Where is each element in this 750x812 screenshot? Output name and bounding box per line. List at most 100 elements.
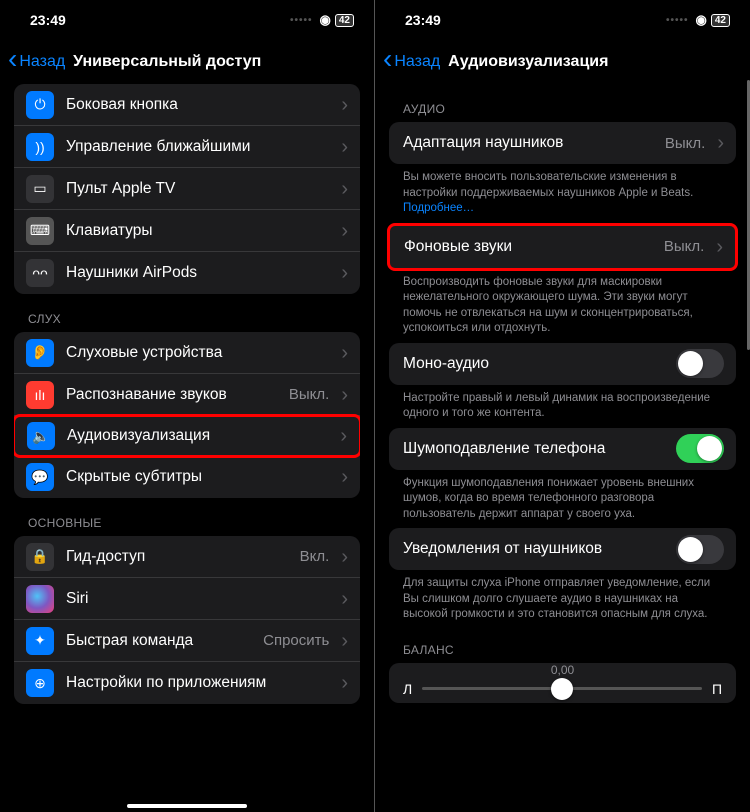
- noise-toggle[interactable]: [676, 434, 724, 463]
- group-noise: Шумоподавление телефона: [389, 428, 736, 470]
- row-label: Гид-доступ: [66, 548, 288, 566]
- back-label: Назад: [394, 53, 440, 71]
- row-label: Клавиатуры: [66, 222, 329, 240]
- section-balance-header: БАЛАНС: [389, 625, 736, 663]
- chevron-left-icon: [383, 52, 392, 73]
- status-time: 23:49: [405, 12, 441, 28]
- row-mono-audio[interactable]: Моно-аудио: [389, 343, 736, 385]
- row-label: Распознавание звуков: [66, 386, 277, 404]
- chevron-right-icon: [341, 467, 348, 487]
- back-button[interactable]: Назад: [383, 52, 440, 73]
- row-label: Настройки по приложениям: [66, 674, 329, 692]
- label: Уведомления от наушников: [403, 540, 664, 558]
- group-mono: Моно-аудио: [389, 343, 736, 385]
- row-headphone-notif[interactable]: Уведомления от наушников: [389, 528, 736, 570]
- page-title: Аудиовизуализация: [448, 53, 608, 71]
- status-time: 23:49: [30, 12, 66, 28]
- balance-left-label: Л: [403, 681, 412, 697]
- balance-slider[interactable]: [422, 687, 702, 690]
- row-item[interactable]: 🔈 Аудиовизуализация: [14, 414, 360, 458]
- siri-icon: [26, 585, 54, 613]
- balance-right-label: П: [712, 681, 722, 697]
- group-hearing: 👂 Слуховые устройства ılı Распознавание зву…: [14, 332, 360, 498]
- nearby-control-icon: )): [26, 133, 54, 161]
- subtitles-icon: 💬: [26, 463, 54, 491]
- chevron-right-icon: [716, 237, 723, 257]
- group-background-sounds: Фоновые звуки Выкл.: [387, 223, 738, 271]
- notif-toggle[interactable]: [676, 535, 724, 564]
- label: Фоновые звуки: [404, 238, 652, 256]
- mono-footer: Настройте правый и левый динамик на восп…: [389, 385, 736, 424]
- chevron-right-icon: [340, 426, 347, 446]
- row-item[interactable]: 💬Скрытые субтитры: [14, 456, 360, 498]
- row-label: Аудиовизуализация: [67, 427, 328, 445]
- row-item[interactable]: ⌨ Клавиатуры: [14, 210, 360, 252]
- chevron-left-icon: [8, 52, 17, 73]
- section-general-header: ОСНОВНЫЕ: [14, 498, 360, 536]
- chevron-right-icon: [341, 385, 348, 405]
- label: Адаптация наушников: [403, 134, 653, 152]
- row-label: Управление ближайшими: [66, 138, 329, 156]
- wifi-icon: ◉: [320, 12, 331, 28]
- row-item[interactable]: ▭Пульт Apple TV: [14, 168, 360, 210]
- screen-accessibility: 23:49 ••••• ◉ 42 Назад Универсальный дос…: [0, 0, 375, 812]
- value: Выкл.: [665, 135, 705, 152]
- chevron-right-icon: [341, 221, 348, 241]
- adapt-footer: Вы можете вносить пользовательские измен…: [389, 164, 736, 219]
- chevron-right-icon: [341, 137, 348, 157]
- balance-value: 0,00: [389, 663, 736, 679]
- back-button[interactable]: Назад: [8, 52, 65, 73]
- shortcut-icon: ✦: [26, 627, 54, 655]
- guided-access-icon: 🔒: [26, 543, 54, 571]
- group-notif: Уведомления от наушников: [389, 528, 736, 570]
- chevron-right-icon: [341, 589, 348, 609]
- section-hearing-header: СЛУХ: [14, 294, 360, 332]
- row-value: Выкл.: [289, 386, 329, 403]
- home-indicator[interactable]: [127, 804, 247, 808]
- row-item[interactable]: 👂 Слуховые устройства: [14, 332, 360, 374]
- chevron-right-icon: [341, 95, 348, 115]
- per-app-icon: ⊕: [26, 669, 54, 697]
- row-item[interactable]: ⊕ Настройки по приложениям: [14, 662, 360, 704]
- row-item[interactable]: ılı Распознавание звуков Выкл.: [14, 374, 360, 416]
- row-value: Спросить: [263, 632, 329, 649]
- group-balance: 0,00 Л П: [389, 663, 736, 703]
- page-title: Универсальный доступ: [73, 53, 261, 71]
- mono-toggle[interactable]: [676, 349, 724, 378]
- row-item[interactable]: ✦Быстрая командаСпросить: [14, 620, 360, 662]
- sound-recognition-icon: ılı: [26, 381, 54, 409]
- label: Моно-аудио: [403, 355, 664, 373]
- hearing-devices-icon: 👂: [26, 339, 54, 367]
- row-label: Слуховые устройства: [66, 344, 329, 362]
- row-item[interactable]: 🔒 Гид-доступ Вкл.: [14, 536, 360, 578]
- group-controls: ⏻Боковая кнопка)) Управление ближайшими ▭П…: [14, 84, 360, 294]
- back-label: Назад: [19, 53, 65, 71]
- wifi-icon: ◉: [696, 12, 707, 28]
- section-audio-header: АУДИО: [389, 84, 736, 122]
- noise-footer: Функция шумоподавления понижает уровень …: [389, 470, 736, 525]
- row-item[interactable]: )) Управление ближайшими: [14, 126, 360, 168]
- cellular-dots: •••••: [666, 15, 689, 26]
- row-label: Пульт Apple TV: [66, 180, 329, 198]
- row-background-sounds[interactable]: Фоновые звуки Выкл.: [390, 226, 735, 268]
- row-headphone-adapt[interactable]: Адаптация наушников Выкл.: [389, 122, 736, 164]
- row-item[interactable]: ⏻Боковая кнопка: [14, 84, 360, 126]
- cellular-dots: •••••: [290, 15, 313, 26]
- chevron-right-icon: [341, 263, 348, 283]
- row-label: Siri: [66, 590, 329, 608]
- status-bar: 23:49 ••••• ◉ 42: [375, 0, 750, 40]
- row-item[interactable]: ᴖᴖНаушники AirPods: [14, 252, 360, 294]
- chevron-right-icon: [717, 133, 724, 153]
- row-value: Вкл.: [300, 548, 330, 565]
- keyboards-icon: ⌨: [26, 217, 54, 245]
- row-label: Боковая кнопка: [66, 96, 329, 114]
- airpods-icon: ᴖᴖ: [26, 259, 54, 287]
- row-item[interactable]: Siri: [14, 578, 360, 620]
- group-general: 🔒 Гид-доступ Вкл. Siri ✦Быстрая командаСпрос…: [14, 536, 360, 704]
- row-noise-cancel[interactable]: Шумоподавление телефона: [389, 428, 736, 470]
- chevron-right-icon: [341, 343, 348, 363]
- slider-thumb[interactable]: [551, 678, 573, 700]
- audio-visual-icon: 🔈: [27, 422, 55, 450]
- learn-more-link[interactable]: Подробнее…: [403, 202, 474, 214]
- screen-audio-visual: 23:49 ••••• ◉ 42 Назад Аудиовизуализация…: [375, 0, 750, 812]
